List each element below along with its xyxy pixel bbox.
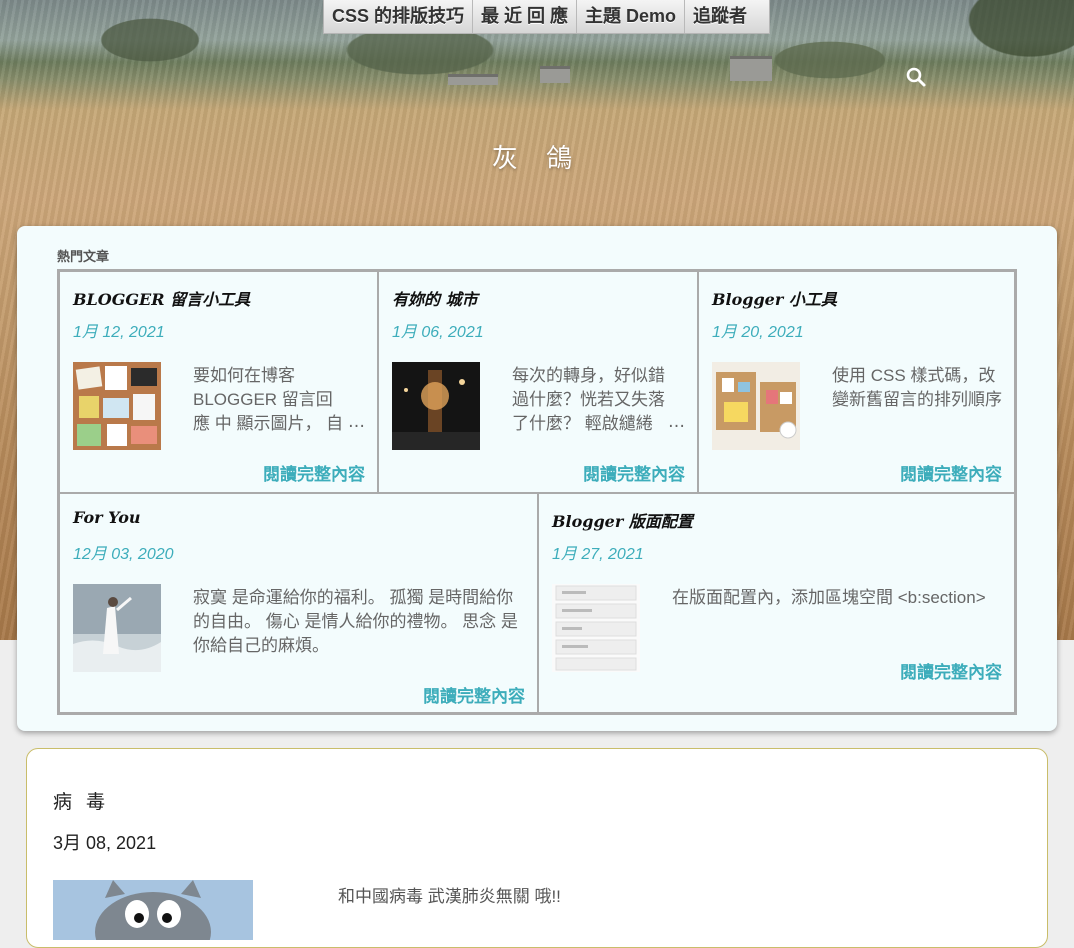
post-snippet: 每次的轉身，好似錯過什麼？恍若又失落了什麼？ 輕啟繾綣: [512, 366, 665, 433]
read-more-link[interactable]: 閱讀完整內容: [263, 460, 365, 485]
post-title-link[interactable]: Blogger 小工具: [712, 286, 837, 310]
post-thumbnail[interactable]: [73, 584, 161, 672]
nav-theme-demo[interactable]: 主題 Demo: [577, 0, 686, 33]
post-snippet: 在版面配置內，添加區塊空間 <b:section>: [672, 588, 986, 607]
post-date: 3月 08, 2021: [53, 833, 157, 853]
post-title-link[interactable]: 病 毒: [53, 787, 109, 814]
read-more-link[interactable]: 閱讀完整內容: [423, 682, 525, 707]
post-snippet: 要如何在博客 BLOGGER 留言回應 中 顯示圖片， 自動: [193, 366, 344, 433]
snippet-ellipsis: …: [668, 412, 685, 432]
post-thumbnail[interactable]: [712, 362, 800, 450]
post-thumbnail[interactable]: [53, 880, 253, 940]
popular-posts-widget: 熱門文章 BLOGGER 留言小工具 1月 12, 2021 要如何在博客 BL…: [17, 226, 1057, 731]
nav-recent-comments[interactable]: 最 近 回 應: [473, 0, 578, 33]
barn-roof: [730, 56, 772, 81]
popular-post-card: For You 12月 03, 2020 寂寞 是命運給你的福利。 孤獨 是時間…: [59, 493, 538, 713]
popular-post-card: 有妳的 城市 1月 06, 2021 每次的轉身，好似錯過什麼？恍若又失落了什麼…: [378, 271, 698, 493]
post-thumbnail[interactable]: [73, 362, 161, 450]
popular-posts-grid: BLOGGER 留言小工具 1月 12, 2021 要如何在博客 BLOGGER…: [57, 269, 1017, 715]
top-navigation: CSS 的排版技巧 最 近 回 應 主題 Demo 追蹤者: [323, 0, 770, 34]
nav-css-layout[interactable]: CSS 的排版技巧: [324, 0, 474, 33]
blog-post-card: 病 毒 3月 08, 2021 和中國病毒 武漢肺炎無關 哦!!: [26, 748, 1048, 948]
read-more-link[interactable]: 閱讀完整內容: [900, 658, 1002, 683]
read-more-link[interactable]: 閱讀完整內容: [583, 460, 685, 485]
popular-post-card: Blogger 版面配置 1月 27, 2021 在版面配置內，添加區塊空間 <…: [538, 493, 1015, 713]
read-more-link[interactable]: 閱讀完整內容: [900, 460, 1002, 485]
search-icon[interactable]: [905, 66, 927, 88]
blog-title[interactable]: 灰 鴿: [0, 138, 1074, 175]
post-snippet: 寂寞 是命運給你的福利。 孤獨 是時間給你的自由。 傷心 是情人給你的禮物。 思…: [193, 588, 518, 655]
post-title-link[interactable]: 有妳的 城市: [392, 286, 478, 310]
post-date: 1月 12, 2021: [73, 324, 165, 341]
post-date: 1月 27, 2021: [552, 546, 644, 563]
snippet-ellipsis: …: [348, 412, 365, 432]
nav-followers[interactable]: 追蹤者: [685, 0, 769, 33]
post-date: 1月 06, 2021: [392, 324, 484, 341]
popular-post-card: Blogger 小工具 1月 20, 2021 使用 CSS 樣式碼，改變新舊留…: [698, 271, 1015, 493]
post-date: 1月 20, 2021: [712, 324, 804, 341]
post-thumbnail[interactable]: [392, 362, 480, 450]
popular-post-card: BLOGGER 留言小工具 1月 12, 2021 要如何在博客 BLOGGER…: [59, 271, 378, 493]
post-title-link[interactable]: Blogger 版面配置: [552, 508, 693, 532]
barn-roof: [540, 66, 570, 83]
popular-posts-heading: 熱門文章: [57, 249, 110, 264]
barn-roof: [448, 74, 498, 85]
post-title-link[interactable]: BLOGGER 留言小工具: [73, 286, 250, 310]
post-title-link[interactable]: For You: [73, 508, 141, 527]
post-snippet: 使用 CSS 樣式碼，改變新舊留言的排列順序: [832, 366, 1002, 409]
post-snippet: 和中國病毒 武漢肺炎無關 哦!!: [338, 887, 561, 906]
post-thumbnail[interactable]: [552, 584, 640, 672]
post-date: 12月 03, 2020: [73, 546, 174, 563]
